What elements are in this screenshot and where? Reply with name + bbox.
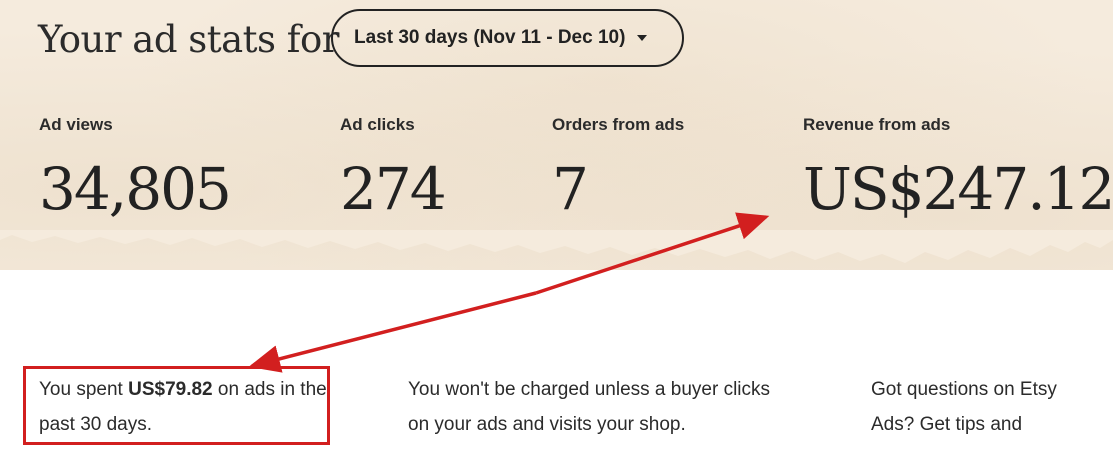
stat-revenue-from-ads: Revenue from ads US$247.12 — [803, 115, 1113, 223]
stat-value: 274 — [340, 155, 447, 223]
questions-note: Got questions on Etsy Ads? Get tips and — [871, 379, 1057, 435]
stat-orders-from-ads: Orders from ads 7 — [552, 115, 684, 223]
torn-paper-edge — [0, 230, 1113, 263]
stat-label: Ad views — [39, 115, 113, 134]
stat-ad-views: Ad views 34,805 — [39, 115, 232, 223]
stat-label: Orders from ads — [552, 115, 685, 134]
stat-label: Ad clicks — [340, 115, 415, 134]
charge-note: You won't be charged unless a buyer clic… — [408, 379, 771, 435]
arrow-to-spend — [248, 291, 537, 373]
date-range-select[interactable]: Last 30 days (Nov 11 - Dec 10) — [331, 9, 684, 67]
page-title: Your ad stats for — [38, 18, 339, 61]
stat-label: Revenue from ads — [803, 115, 951, 134]
stat-value: 7 — [552, 155, 589, 223]
stat-value: US$247.12 — [803, 155, 1113, 223]
stat-ad-clicks: Ad clicks 274 — [340, 115, 447, 223]
caret-down-icon — [637, 35, 648, 41]
annotation-highlight-box — [23, 366, 330, 445]
date-range-label: Last 30 days (Nov 11 - Dec 10) — [354, 27, 626, 48]
stat-value: 34,805 — [39, 155, 232, 223]
